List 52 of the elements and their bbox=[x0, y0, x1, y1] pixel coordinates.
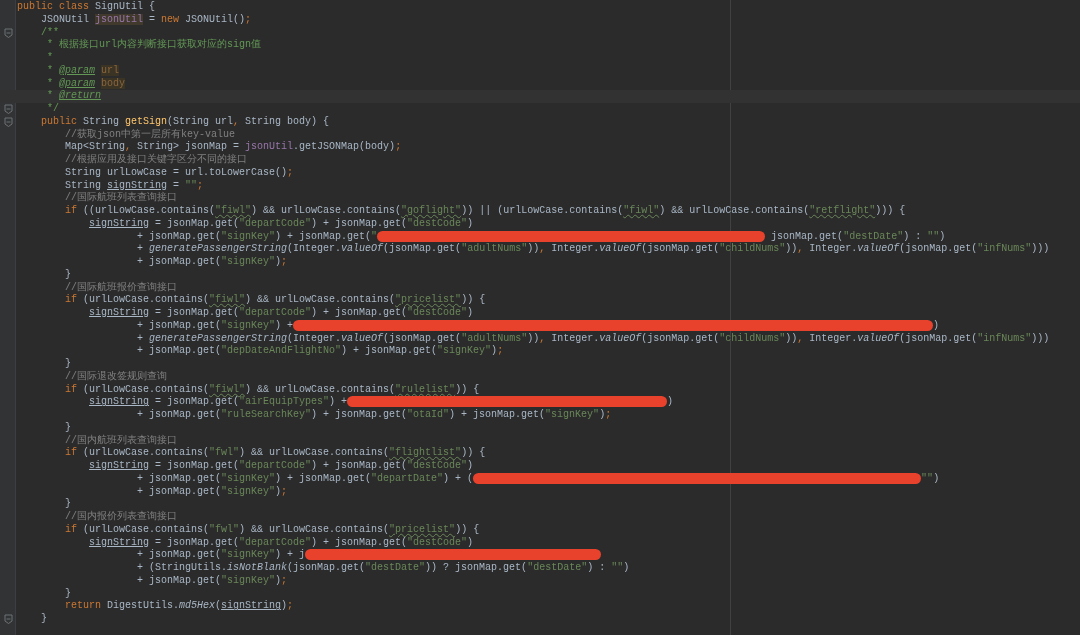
code-line: */ bbox=[46, 103, 61, 116]
code-text: signString = jsonMap.get("airEquipTypes") + bbox=[88, 396, 348, 408]
code-line: } bbox=[64, 421, 73, 435]
code-line: //国际退改签规则查询 bbox=[64, 370, 169, 384]
code-text: ) bbox=[933, 319, 940, 331]
code-line: public String getSign(String url, String body) { bbox=[40, 115, 331, 128]
code-text: + jsonMap.get("signKey") + bbox=[136, 319, 294, 331]
code-line: return DigestUtils.md5Hex(signString); bbox=[64, 600, 295, 613]
code-line: String signString = ""; bbox=[64, 179, 205, 191]
code-line: } bbox=[40, 613, 49, 626]
code-text: ) bbox=[667, 396, 674, 408]
code-line: } bbox=[64, 268, 73, 282]
code-line: + jsonMap.get("ruleSearchKey") + jsonMap.get("otaId") + jsonMap.get("signKey"); bbox=[136, 409, 613, 422]
code-line: + jsonMap.get("signKey"); bbox=[136, 256, 289, 269]
code-line: * 根据接口url内容判断接口获取对应的sign值 bbox=[46, 39, 263, 52]
code-line: signString = jsonMap.get("departCode") + jsonMap.get("destCode") bbox=[88, 460, 475, 473]
code-line: //国际航班列表查询接口 bbox=[64, 192, 179, 205]
code-line: public class SignUtil { bbox=[17, 1, 157, 14]
code-line: signString = jsonMap.get("departCode") + jsonMap.get("destCode") bbox=[88, 307, 475, 320]
code-line: //国内航班列表查询接口 bbox=[64, 434, 179, 447]
code-line: if ((urlLowCase.contains("fiwl") && urlLowCase.contains("goflight")) || (urlLowCase.contains("fiwl") && urlLowCase.contains("retflight"))) { bbox=[64, 205, 907, 218]
code-line: } bbox=[64, 358, 73, 371]
code-line: + generatePassengerString(Integer.valueOf(jsonMap.get("adultNums")), Integer.valueOf(jsonMap.get("childNums")), Integer.valueOf(jsonMap.get("infNums"))) bbox=[136, 332, 1051, 345]
code-text: + jsonMap.get("signKey") + jsonMap.get(" bbox=[136, 230, 378, 242]
code-text: "") bbox=[921, 472, 940, 484]
code-line: if (urlLowCase.contains("fiwl") && urlLowCase.contains("rulelist")) { bbox=[64, 383, 481, 396]
code-line: //根据应用及接口关键字区分不同的接口 bbox=[64, 154, 249, 167]
code-line: + jsonMap.get("depDateAndFlightNo") + jsonMap.get("signKey"); bbox=[136, 345, 505, 358]
code-text: + jsonMap.get("signKey") + jsonMap.get("departDate") + ( bbox=[136, 472, 474, 484]
code-line: signString = jsonMap.get("departCode") + jsonMap.get("destCode") bbox=[88, 217, 475, 231]
code-line: JSONUtil jsonUtil = new JSONUtil(); bbox=[40, 13, 253, 27]
code-line: * @param url bbox=[46, 64, 121, 78]
code-line: * @return bbox=[46, 90, 103, 103]
code-line: + jsonMap.get("signKey"); bbox=[136, 485, 289, 499]
code-line: /** bbox=[40, 26, 61, 38]
code-line: //国内报价列表查询接口 bbox=[64, 511, 179, 524]
code-line: * @param body bbox=[46, 77, 127, 90]
code-line: if (urlLowCase.contains("fwl") && urlLowCase.contains("flightlist")) { bbox=[64, 447, 487, 460]
code-line: + generatePassengerString(Integer.valueOf(jsonMap.get("adultNums")), Integer.valueOf(jsonMap.get("childNums")), Integer.valueOf(jsonMap.get("infNums"))) bbox=[136, 243, 1051, 256]
code-line: //国际航班报价查询接口 bbox=[64, 281, 179, 294]
code-line: signString = jsonMap.get("departCode") + jsonMap.get("destCode") bbox=[88, 536, 475, 549]
code-text: + jsonMap.get("signKey") + j bbox=[136, 549, 306, 561]
code-line: + (StringUtils.isNotBlank(jsonMap.get("destDate")) ? jsonMap.get("destDate") : "") bbox=[136, 562, 631, 575]
code-line: if (urlLowCase.contains("fiwl") && urlLowCase.contains("pricelist")) { bbox=[64, 294, 487, 307]
code-text: jsonMap.get("destDate") : "") bbox=[770, 230, 946, 242]
code-line: * bbox=[46, 52, 55, 65]
code-line: } bbox=[64, 498, 73, 511]
code-line: } bbox=[64, 587, 73, 601]
code-line: if (urlLowCase.contains("fwl") && urlLowCase.contains("pricelist")) { bbox=[64, 523, 481, 537]
code-line: + jsonMap.get("signKey"); bbox=[136, 574, 289, 588]
code-line: String urlLowCase = url.toLowerCase(); bbox=[64, 166, 295, 180]
code-line: Map<String, String> jsonMap = jsonUtil.getJSONMap(body); bbox=[64, 141, 403, 153]
